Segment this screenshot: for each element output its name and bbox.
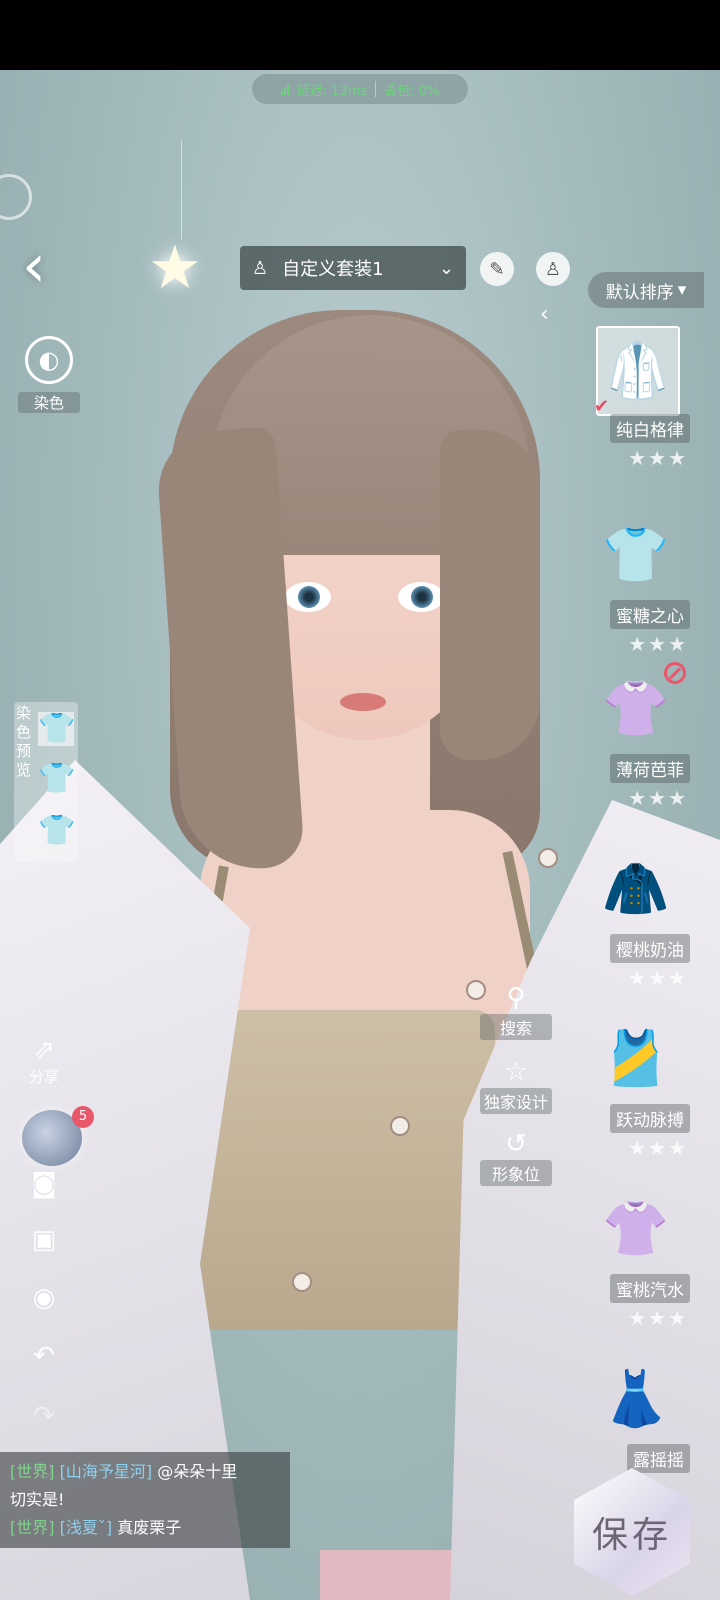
packet-loss-text: 丢包: 0% (384, 83, 440, 99)
lips (340, 693, 386, 711)
share-icon[interactable]: ⇗ (24, 1034, 64, 1066)
divider (375, 81, 377, 97)
shirt-button (292, 1272, 312, 1292)
search-icon: ⚲ (506, 983, 526, 1013)
undo-icon[interactable]: ↶ (24, 1340, 64, 1372)
search-button[interactable]: ⚲ 搜索 (480, 982, 552, 1040)
shirt-button (538, 848, 558, 868)
caret-down-icon: ▾ (677, 280, 687, 300)
hair-side-right (440, 430, 540, 760)
refresh-icon: ↺ (505, 1129, 527, 1159)
right-eye (398, 582, 444, 612)
shirt-button (390, 1116, 410, 1136)
redo-icon[interactable]: ↷ (24, 1400, 64, 1432)
wardrobe-item[interactable]: 🎽 跃动脉搏 ★★★ (578, 1010, 694, 1170)
item-stars: ★★★ (628, 446, 688, 470)
game-scene: ★ ‹ ♙ 自定义套装1 ⌄ ✎ ♙ 默认排序 ▾ ‹ ◐ 染色 染色预览 👕 … (0, 70, 720, 1600)
sports-bra-icon: 🎽 (602, 1027, 670, 1090)
palette-icon: ◐ (25, 336, 73, 384)
conflict-ban-icon (664, 662, 686, 684)
latency-text: 延迟: 13ms (296, 83, 368, 99)
outfit-selector[interactable]: ♙ 自定义套装1 ⌄ (240, 246, 466, 290)
wardrobe-item[interactable]: 🧥 樱桃奶油 ★★★ (578, 840, 694, 1000)
star-icon: ☆ (504, 1057, 528, 1087)
eye-icon[interactable]: ◉ (24, 1282, 64, 1314)
chat-text: 真废栗子 (117, 1518, 182, 1537)
chat-channel: [世界] (10, 1462, 55, 1481)
notification-badge: 5 (72, 1106, 94, 1128)
pink-cardigan-icon: 🧥 (602, 857, 670, 920)
item-name: 跃动脉搏 (610, 1104, 690, 1133)
camisole-top (195, 1010, 495, 1330)
chevron-down-icon: ⌄ (438, 257, 454, 279)
wardrobe-item[interactable]: 👕 蜜糖之心 ★★★ (578, 506, 694, 666)
dye-label: 染色 (18, 392, 80, 413)
item-stars: ★★★ (628, 1136, 688, 1160)
item-name: 蜜桃汽水 (610, 1274, 690, 1303)
chat-line: [世界] [浅夏ˇ] 真废栗子 (10, 1514, 280, 1542)
dye-swatch-shirt-icon[interactable]: 👕 (38, 762, 75, 796)
chat-channel: [世界] (10, 1518, 55, 1537)
tshirt-icon: 👕 (602, 523, 670, 586)
item-stars: ★★★ (628, 786, 688, 810)
brush-icon[interactable]: ✎ (480, 252, 514, 286)
collapse-panel-icon[interactable]: ‹ (540, 302, 549, 327)
dress-icon: ♙ (252, 257, 269, 279)
corner-ring-icon[interactable] (0, 174, 32, 220)
share-label: 分享 (28, 1068, 59, 1086)
chat-line: 切实是! (10, 1486, 280, 1514)
dye-swatch-shirt-icon[interactable]: 👕 (38, 712, 75, 746)
wardrobe-item[interactable]: 👚 蜜桃汽水 ★★★ (578, 1180, 694, 1340)
chat-user[interactable]: [山海予星河] (60, 1462, 153, 1481)
outfit-name: 自定义套装1 (282, 259, 384, 280)
pink-crop-top-icon: 👚 (602, 1197, 670, 1260)
network-status: 延迟: 13ms 丢包: 0% (252, 74, 468, 104)
exclusive-design-label: 独家设计 (480, 1088, 552, 1114)
item-stars: ★★★ (628, 1306, 688, 1330)
dress-button-icon[interactable]: ♙ (536, 252, 570, 286)
sort-label: 默认排序 (605, 282, 674, 303)
item-name: 樱桃奶油 (610, 934, 690, 963)
item-name: 薄荷芭菲 (610, 754, 690, 783)
sort-dropdown[interactable]: 默认排序 ▾ (588, 272, 704, 308)
image-slot-button[interactable]: ↺ 形象位 (480, 1128, 552, 1186)
dye-button[interactable]: ◐ 染色 (18, 336, 80, 413)
image-slot-label: 形象位 (480, 1160, 552, 1186)
chat-text: 切实是! (10, 1490, 65, 1509)
chat-text: @朵朵十里 (157, 1462, 238, 1481)
item-name: 露摇摇 (627, 1444, 690, 1473)
longsleeve-top-icon: 👚 (602, 677, 670, 740)
search-label: 搜索 (480, 1014, 552, 1040)
camera-icon[interactable]: ◙ (24, 1168, 64, 1200)
dye-preview-label: 染色预览 (16, 704, 32, 779)
chat-user[interactable]: [浅夏ˇ] (60, 1518, 113, 1537)
star-ornament-icon: ★ (148, 233, 202, 303)
back-button[interactable]: ‹ (22, 236, 72, 298)
item-name: 蜜糖之心 (610, 600, 690, 629)
item-stars: ★★★ (628, 632, 688, 656)
image-icon[interactable]: ▣ (24, 1224, 64, 1256)
exclusive-design-button[interactable]: ☆ 独家设计 (480, 1056, 552, 1114)
left-eye (285, 582, 331, 612)
wardrobe-item[interactable]: 👚 薄荷芭菲 ★★★ (578, 660, 694, 820)
signal-icon (280, 84, 289, 95)
chat-box[interactable]: [世界] [山海予星河] @朵朵十里 切实是! [世界] [浅夏ˇ] 真废栗子 (0, 1452, 290, 1548)
item-name: 纯白格律 (610, 414, 690, 443)
item-stars: ★★★ (628, 966, 688, 990)
equipped-check-icon: ✔ (594, 396, 610, 417)
white-camisole-icon: 👗 (602, 1367, 670, 1430)
chat-line: [世界] [山海予星河] @朵朵十里 (10, 1458, 280, 1486)
star-string (181, 140, 182, 240)
dye-swatch-shirt-icon[interactable]: 👕 (38, 814, 75, 848)
